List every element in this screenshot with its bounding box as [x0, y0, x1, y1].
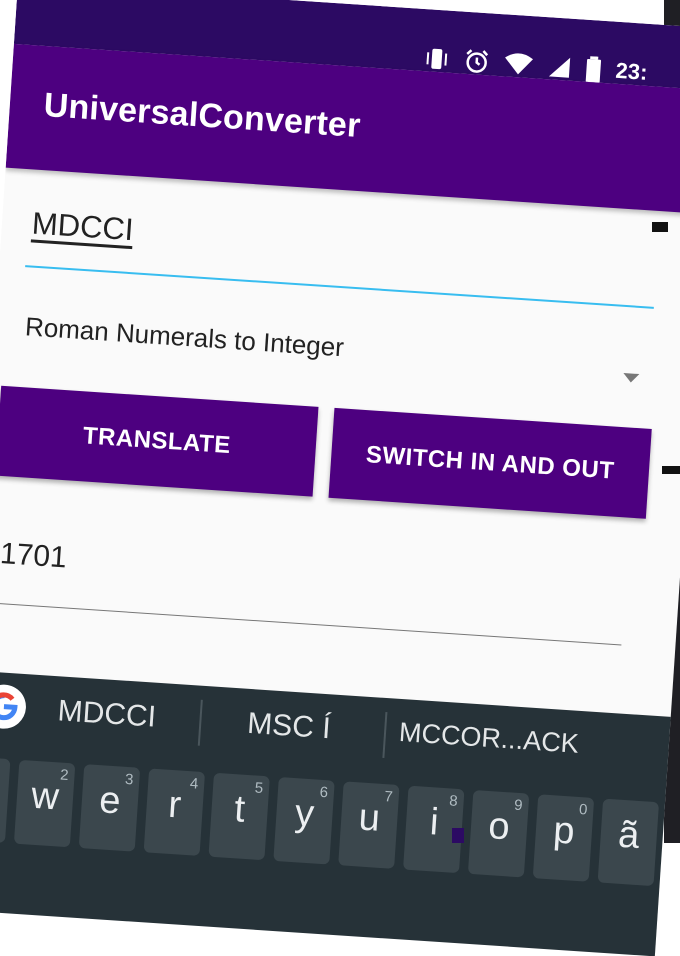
- suggestion-2[interactable]: MSC Í: [246, 707, 331, 746]
- key-number: 6: [319, 783, 329, 802]
- key-number: 2: [59, 766, 70, 785]
- status-time: 23:: [614, 57, 649, 85]
- suggestion-divider: [382, 711, 388, 758]
- key-letter: r: [167, 783, 183, 827]
- dropdown-arrow-icon[interactable]: [622, 372, 640, 384]
- vibrate-icon: [423, 46, 451, 72]
- key-letter: ã: [616, 813, 641, 858]
- google-icon[interactable]: [0, 683, 28, 731]
- roman-input-field[interactable]: MDCCI: [25, 199, 658, 311]
- suggestion-divider: [197, 699, 203, 746]
- key-number: 5: [254, 779, 264, 797]
- output-field: 1701: [0, 527, 630, 649]
- key-p[interactable]: p0: [532, 794, 595, 882]
- output-value: 1701: [0, 537, 68, 575]
- key-t[interactable]: t5: [208, 772, 270, 861]
- battery-icon: [585, 56, 603, 83]
- background-mark: [452, 828, 464, 843]
- key-y[interactable]: y6: [273, 777, 335, 865]
- key-q[interactable]: q: [0, 755, 11, 844]
- key-letter: e: [97, 779, 122, 823]
- key-a-tilde[interactable]: ã: [597, 798, 660, 887]
- key-letter: y: [293, 792, 316, 836]
- conversion-spinner[interactable]: Roman Numerals to Integer: [23, 303, 646, 404]
- key-letter: i: [428, 801, 440, 844]
- output-underline: [0, 602, 622, 646]
- key-o[interactable]: o9: [467, 789, 530, 878]
- background-notch: [662, 466, 680, 474]
- key-letter: u: [357, 796, 382, 840]
- key-number: 3: [124, 770, 134, 789]
- alarm-icon: [463, 48, 491, 76]
- key-letter: p: [551, 809, 576, 853]
- wifi-icon: [503, 51, 535, 77]
- switch-in-out-button[interactable]: SWITCH IN AND OUT: [328, 407, 652, 519]
- key-w[interactable]: w2: [13, 759, 76, 848]
- key-number: 4: [189, 775, 199, 793]
- key-letter: w: [29, 774, 61, 819]
- key-number: 0: [578, 801, 588, 819]
- key-number: 9: [513, 796, 524, 815]
- suggestion-1[interactable]: MDCCI: [57, 694, 157, 734]
- input-value[interactable]: MDCCI: [31, 206, 135, 249]
- translate-button[interactable]: TRANSLATE: [0, 385, 319, 497]
- suggestion-3[interactable]: MCCOR...ACK: [398, 717, 580, 760]
- background-notch: [652, 222, 668, 232]
- key-number: 7: [383, 788, 394, 806]
- keyboard: MDCCI MSC Í MCCOR...ACK q w2 e3 r4 t5 y6…: [0, 667, 680, 956]
- key-letter: t: [232, 788, 247, 831]
- key-u[interactable]: u7: [338, 781, 400, 869]
- input-underline: [25, 265, 654, 309]
- spinner-selected: Roman Numerals to Integer: [24, 311, 345, 363]
- phone-screen: 23: UniversalConverter MDCCI Roman Numer…: [0, 0, 680, 956]
- app-title: UniversalConverter: [42, 86, 362, 145]
- key-e[interactable]: e3: [78, 764, 141, 852]
- signal-icon: [547, 54, 573, 80]
- key-number: 8: [448, 792, 459, 810]
